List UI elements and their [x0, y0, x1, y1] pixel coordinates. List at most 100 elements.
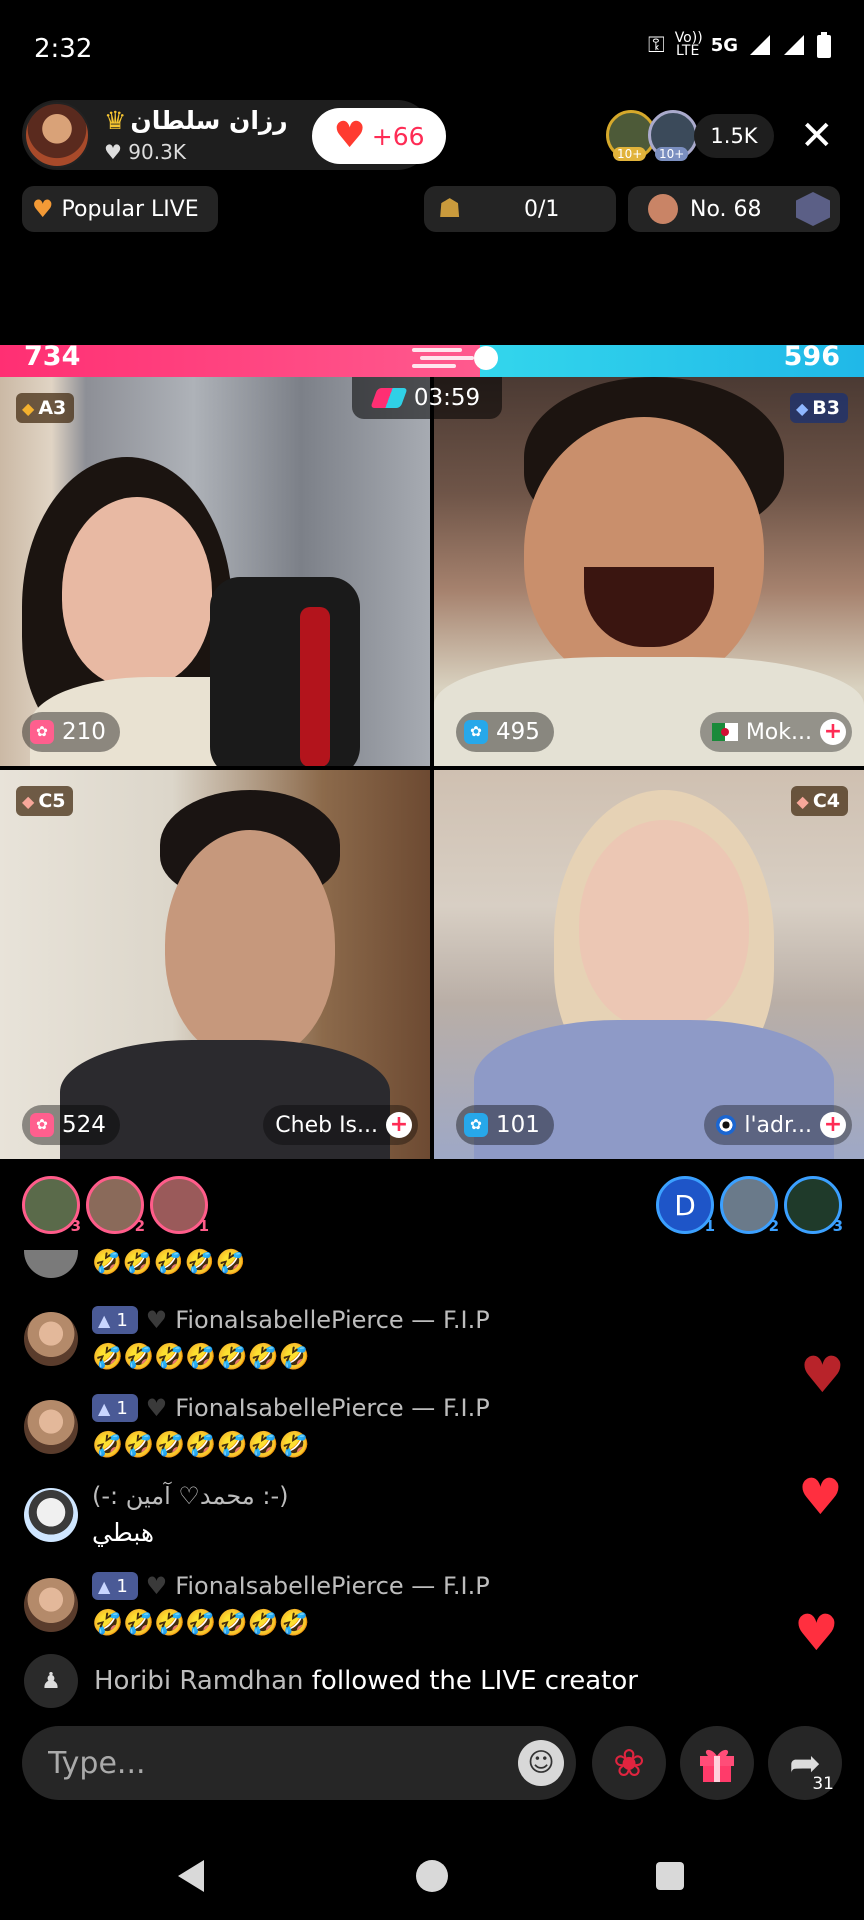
floating-heart-icon: ♥ — [800, 1346, 845, 1404]
gift-button[interactable] — [680, 1726, 754, 1800]
fan-heart-icon: ♥ — [145, 1572, 168, 1600]
home-icon[interactable] — [416, 1860, 448, 1892]
rank-avatar — [648, 194, 678, 224]
level-icon: ▲ — [98, 1310, 111, 1330]
guest-score: ✿ 210 — [22, 712, 120, 752]
level-icon: ▲ — [98, 1576, 111, 1596]
gift-score-icon: ✿ — [464, 1113, 488, 1137]
supporter-avatar[interactable]: 3 — [22, 1176, 81, 1235]
fan-heart-icon: ♥ — [145, 1306, 168, 1334]
network-type: 5G — [710, 34, 738, 56]
chat-message-text: 🤣🤣🤣🤣🤣 — [92, 1248, 247, 1276]
back-icon[interactable] — [178, 1860, 204, 1892]
follow-button[interactable]: ♥ +66 — [312, 108, 446, 164]
comment-composer[interactable]: ☺ — [22, 1726, 576, 1800]
user-follow-icon: ♟ — [24, 1654, 78, 1708]
vpn-key-icon: ⚿ — [647, 32, 665, 58]
crown-icon: ♛ — [104, 106, 127, 135]
share-button[interactable]: ➦ 31 — [768, 1726, 842, 1800]
gift-icon — [700, 1749, 734, 1782]
goal-pill[interactable]: ☗ 0/1 — [424, 186, 616, 232]
top-viewer-avatar[interactable]: 10+ — [648, 110, 698, 161]
rank-tag: ◆ A3 — [16, 393, 75, 423]
rank-tag: ◆ C4 — [790, 786, 848, 816]
chat-avatar[interactable] — [24, 1250, 78, 1278]
system-nav-bar — [0, 1840, 864, 1920]
gift-score-icon: ✿ — [30, 720, 54, 744]
follow-notification: ♟ Horibi Ramdhan followed the LIVE creat… — [24, 1654, 638, 1708]
level-icon: ▲ — [98, 1398, 111, 1418]
rose-gift-button[interactable]: ❀ — [592, 1726, 666, 1800]
share-count: 31 — [812, 1774, 834, 1794]
chat-username[interactable]: FionaIsabellePierce — F.I.P — [175, 1394, 489, 1422]
top-viewers[interactable]: 10+ 10+ — [606, 110, 698, 161]
chat-avatar[interactable] — [24, 1488, 78, 1542]
chat-username[interactable]: FionaIsabellePierce — F.I.P — [175, 1306, 489, 1334]
recents-icon[interactable] — [656, 1862, 684, 1890]
battle-timer: 03:59 — [352, 377, 502, 419]
supporter-avatar[interactable]: 2 — [720, 1176, 779, 1235]
heart-icon: ♥ — [333, 115, 366, 156]
guest-name-chip[interactable]: l'adr... + — [704, 1105, 852, 1145]
rank-tag: ◆ C5 — [16, 786, 74, 816]
treasure-icon: ☗ — [438, 194, 462, 224]
signal-icon-2 — [784, 35, 804, 55]
rank-badge-icon — [796, 192, 830, 226]
rank-tag: ◆ B3 — [789, 393, 848, 423]
chat-avatar[interactable] — [24, 1312, 78, 1366]
video-grid: 03:59 ◆ A3 ✿ 210 ◆ B3 ✿ 495 Mok... + ◆ C5 ✿ — [0, 377, 864, 1159]
gem-icon: ◆ — [22, 398, 35, 418]
chat-avatar[interactable] — [24, 1400, 78, 1454]
add-guest-button[interactable]: + — [820, 719, 846, 745]
video-feed — [434, 377, 864, 766]
supporter-avatar[interactable]: D1 — [656, 1176, 715, 1235]
chat-username[interactable]: FionaIsabellePierce — F.I.P — [175, 1572, 489, 1600]
status-time: 2:32 — [34, 34, 93, 64]
guest-tile-3[interactable]: ◆ C5 ✿ 524 Cheb Is... + — [0, 770, 430, 1159]
add-guest-button[interactable]: + — [820, 1112, 846, 1138]
close-button[interactable]: ✕ — [800, 112, 834, 160]
chat-message-text: 🤣🤣🤣🤣🤣🤣🤣 — [92, 1342, 310, 1371]
host-avatar[interactable] — [24, 102, 90, 168]
guest-tile-4[interactable]: ◆ C4 ✿ 101 l'adr... + — [434, 770, 864, 1159]
emoji-icon[interactable]: ☺ — [518, 1740, 564, 1786]
signal-icon — [750, 35, 770, 55]
level-badge: ▲ 1 — [92, 1394, 138, 1422]
supporter-avatar[interactable]: 1 — [150, 1176, 209, 1235]
chat-avatar[interactable] — [24, 1578, 78, 1632]
follower-name[interactable]: Horibi Ramdhan — [94, 1666, 304, 1696]
floating-heart-icon: ♥ — [798, 1468, 843, 1526]
viewer-count[interactable]: 1.5K — [694, 114, 774, 158]
fan-heart-icon: ♥ — [145, 1394, 168, 1422]
add-guest-button[interactable]: + — [386, 1112, 412, 1138]
guest-tile-2[interactable]: ◆ B3 ✿ 495 Mok... + — [434, 377, 864, 766]
popular-live-pill[interactable]: ♥ Popular LIVE — [22, 186, 218, 232]
heart-icon: ♥ — [32, 195, 54, 223]
battery-icon — [817, 32, 831, 58]
level-badge: ▲ 1 — [92, 1306, 138, 1334]
algeria-flag-icon — [711, 723, 738, 741]
level-badge: ▲ 1 — [92, 1572, 138, 1600]
rank-pill[interactable]: No. 68 — [628, 186, 840, 232]
video-feed — [434, 770, 864, 1159]
status-bar: 2:32 ⚿ Vo)) LTE 5G — [0, 0, 864, 100]
battle-score-right: 596 — [783, 341, 840, 372]
chat-message-text: هبطي — [92, 1518, 155, 1547]
evil-eye-icon — [716, 1115, 737, 1135]
guest-tile-1[interactable]: ◆ A3 ✿ 210 — [0, 377, 430, 766]
guest-name-chip[interactable]: Mok... + — [699, 712, 852, 752]
guest-score: ✿ 524 — [22, 1105, 120, 1145]
comment-input[interactable] — [48, 1726, 488, 1800]
gift-score-icon: ✿ — [30, 1113, 54, 1137]
chat-message-text: 🤣🤣🤣🤣🤣🤣🤣 — [92, 1430, 310, 1459]
battle-indicator-icon — [412, 340, 500, 376]
heart-icon: ♥ — [104, 140, 122, 164]
gem-icon: ◆ — [795, 398, 809, 418]
supporter-avatar[interactable]: 3 — [784, 1176, 843, 1235]
supporter-avatar[interactable]: 2 — [86, 1176, 145, 1235]
chat-username[interactable]: (-: محمد♡ آمين :-) — [92, 1482, 289, 1510]
guest-name-chip[interactable]: Cheb Is... + — [263, 1105, 418, 1145]
host-info[interactable]: ♛ رزان سلطان ♥ 90.3K ♥ +66 — [22, 100, 446, 170]
top-supporters-right: D1 2 3 — [656, 1176, 843, 1235]
video-feed — [0, 770, 430, 1159]
